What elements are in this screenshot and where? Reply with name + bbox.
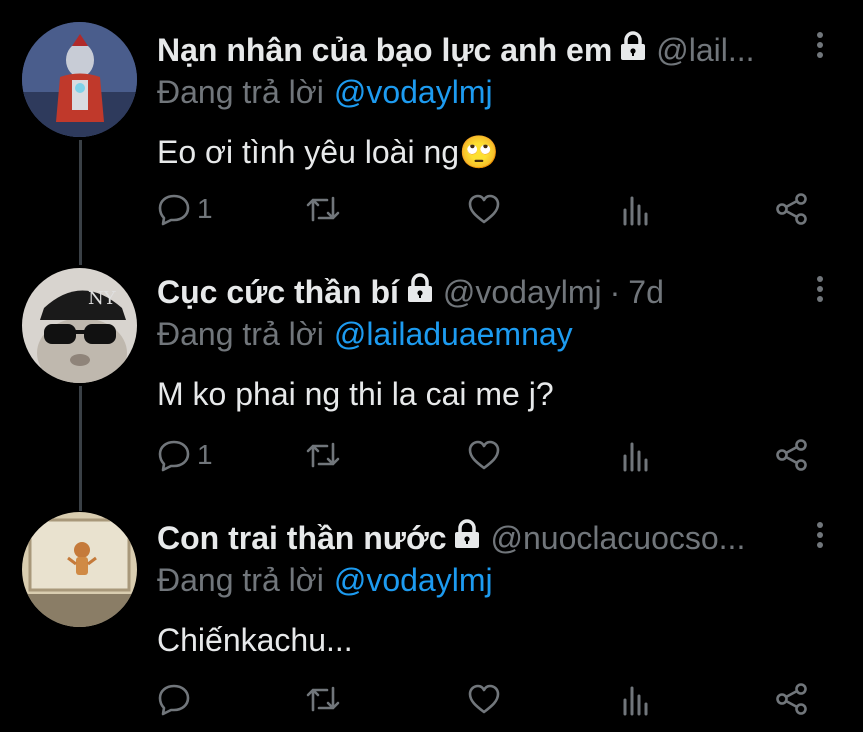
retweet-icon bbox=[306, 196, 340, 222]
analytics-button[interactable] bbox=[622, 192, 652, 226]
more-icon[interactable] bbox=[815, 32, 825, 62]
retweet-button[interactable] bbox=[305, 192, 341, 226]
tweet-text: Eo ơi tình yêu loài ng 🙄 bbox=[157, 133, 499, 171]
retweet-icon bbox=[306, 686, 340, 712]
reply-count: 1 bbox=[197, 193, 213, 224]
retweet-icon bbox=[306, 442, 340, 468]
like-button[interactable] bbox=[467, 682, 501, 716]
svg-text:NY: NY bbox=[88, 288, 117, 309]
mention-link[interactable]: @lailaduaemnay bbox=[334, 316, 573, 352]
share-icon bbox=[776, 683, 807, 715]
reply-count: 1 bbox=[197, 439, 213, 470]
lock-icon bbox=[407, 273, 433, 311]
more-icon[interactable] bbox=[815, 276, 825, 306]
reply-icon bbox=[158, 684, 190, 716]
replying-to: Đang trả lời @vodaylmj bbox=[157, 74, 493, 110]
like-button[interactable] bbox=[467, 438, 501, 472]
retweet-button[interactable] bbox=[305, 438, 341, 472]
analytics-icon bbox=[623, 442, 648, 472]
reply-button[interactable] bbox=[157, 682, 191, 716]
like-button[interactable] bbox=[467, 192, 501, 226]
analytics-button[interactable] bbox=[622, 682, 652, 716]
user-handle[interactable]: @lail... bbox=[656, 32, 754, 69]
reply-button[interactable]: 1 bbox=[157, 192, 213, 226]
share-button[interactable] bbox=[775, 682, 809, 716]
share-button[interactable] bbox=[775, 438, 809, 472]
eye-roll-emoji: 🙄 bbox=[459, 134, 499, 170]
replying-to: Đang trả lời @vodaylmj bbox=[157, 562, 493, 598]
like-icon bbox=[468, 440, 500, 470]
thread-line bbox=[79, 386, 82, 511]
lock-icon bbox=[454, 519, 480, 557]
avatar[interactable] bbox=[22, 22, 137, 137]
display-name[interactable]: Con trai thần nước bbox=[157, 520, 446, 557]
mention-link[interactable]: @vodaylmj bbox=[334, 562, 493, 598]
timestamp[interactable]: 7d bbox=[628, 274, 664, 311]
lock-icon bbox=[620, 31, 646, 69]
retweet-button[interactable] bbox=[305, 682, 341, 716]
tweet-text: Chiếnkachu... bbox=[157, 621, 353, 658]
reply-icon bbox=[158, 194, 190, 226]
analytics-button[interactable] bbox=[622, 438, 652, 472]
avatar[interactable]: NY bbox=[22, 268, 137, 383]
thread-line bbox=[79, 140, 82, 265]
mention-link[interactable]: @vodaylmj bbox=[334, 74, 493, 110]
display-name[interactable]: Nạn nhân của bạo lực anh em bbox=[157, 32, 612, 69]
reply-button[interactable]: 1 bbox=[157, 438, 213, 472]
separator-dot: · bbox=[609, 273, 621, 310]
avatar[interactable] bbox=[22, 512, 137, 627]
like-icon bbox=[468, 194, 500, 224]
user-handle[interactable]: @nuoclacuocso... bbox=[490, 520, 745, 557]
reply-icon bbox=[158, 440, 190, 472]
display-name[interactable]: Cục cức thần bí bbox=[157, 274, 399, 311]
user-handle[interactable]: @vodaylmj bbox=[443, 274, 602, 311]
analytics-icon bbox=[623, 196, 648, 226]
share-button[interactable] bbox=[775, 192, 809, 226]
replying-to: Đang trả lời @lailaduaemnay bbox=[157, 316, 573, 352]
share-icon bbox=[776, 193, 807, 225]
like-icon bbox=[468, 684, 500, 714]
share-icon bbox=[776, 439, 807, 471]
analytics-icon bbox=[623, 686, 648, 716]
more-icon[interactable] bbox=[815, 522, 825, 552]
tweet-text: M ko phai ng thi la cai me j? bbox=[157, 375, 554, 412]
